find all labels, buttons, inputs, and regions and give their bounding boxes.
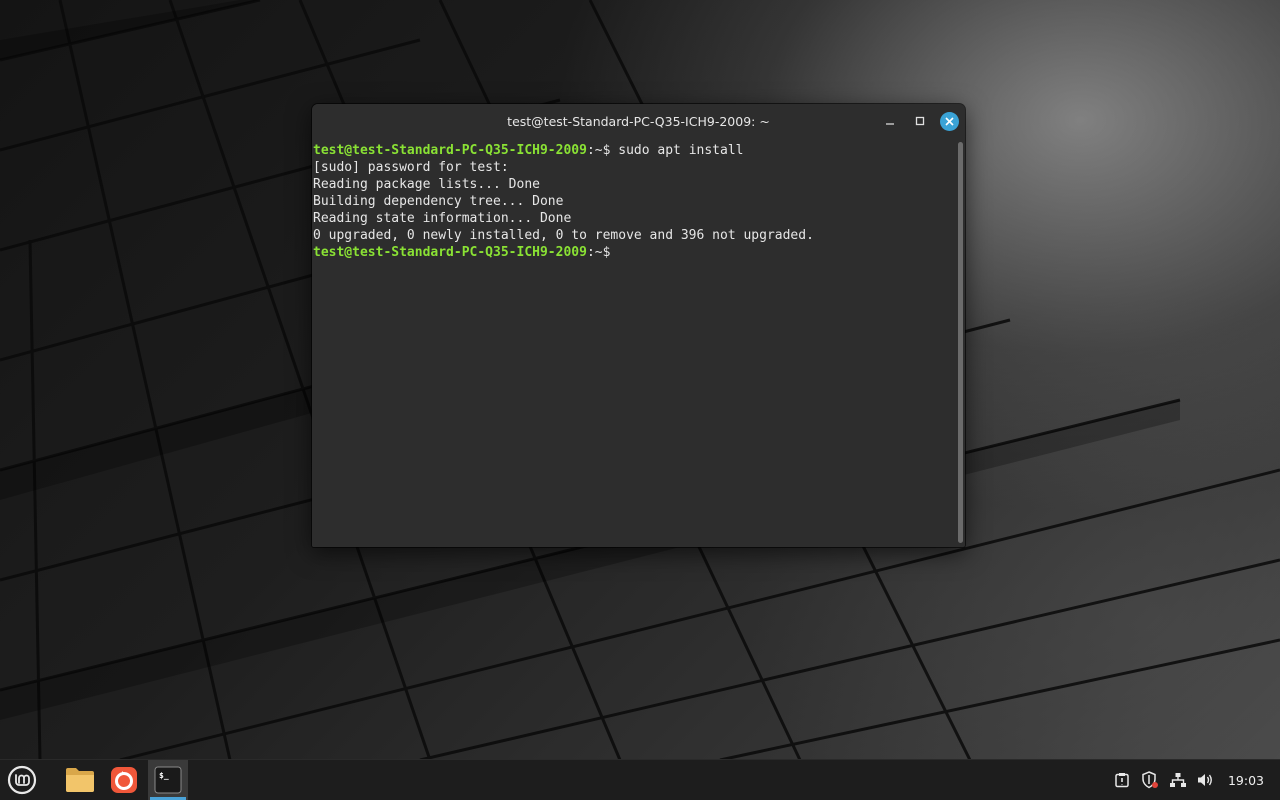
terminal-line: test@test-Standard-PC-Q35-ICH9-2009:~$ s… xyxy=(313,142,954,159)
clock[interactable]: 19:03 xyxy=(1220,773,1280,788)
svg-text:$_: $_ xyxy=(159,771,169,780)
browser-icon xyxy=(111,767,137,793)
terminal-line: Reading package lists... Done xyxy=(313,177,540,192)
maximize-icon xyxy=(915,116,925,126)
window-controls xyxy=(880,111,959,131)
files-launcher[interactable] xyxy=(60,760,100,800)
terminal-scrollbar[interactable] xyxy=(956,142,964,543)
terminal-line: [sudo] password for test: xyxy=(313,160,517,175)
terminal-line: Building dependency tree... Done xyxy=(313,194,564,209)
terminal-taskbar-button[interactable]: $_ xyxy=(148,760,188,800)
command-text: sudo apt install xyxy=(618,143,744,158)
network-tray-button[interactable] xyxy=(1164,760,1192,800)
scrollbar-thumb[interactable] xyxy=(958,142,963,543)
browser-launcher[interactable] xyxy=(104,760,144,800)
volume-tray-button[interactable] xyxy=(1192,760,1220,800)
terminal-line: Reading state information... Done xyxy=(313,211,572,226)
shield-update-icon xyxy=(1142,771,1158,789)
close-button[interactable] xyxy=(940,111,959,131)
folder-icon xyxy=(66,768,94,792)
terminal-line: test@test-Standard-PC-Q35-ICH9-2009:~$ xyxy=(313,244,954,261)
terminal-window[interactable]: test@test-Standard-PC-Q35-ICH9-2009: ~ t… xyxy=(312,104,965,547)
volume-icon xyxy=(1197,774,1212,786)
desktop[interactable]: test@test-Standard-PC-Q35-ICH9-2009: ~ t… xyxy=(0,0,1280,800)
minimize-icon xyxy=(886,123,894,125)
prompt-path: :~$ xyxy=(586,143,619,158)
terminal-output[interactable]: test@test-Standard-PC-Q35-ICH9-2009:~$ s… xyxy=(312,138,955,547)
prompt-path: :~$ xyxy=(586,245,619,260)
clipboard-tray-button[interactable] xyxy=(1108,760,1136,800)
close-icon xyxy=(945,116,954,126)
linux-mint-logo-icon xyxy=(7,765,37,795)
update-manager-tray-button[interactable] xyxy=(1136,760,1164,800)
maximize-button[interactable] xyxy=(910,111,930,131)
network-icon xyxy=(1169,773,1186,787)
window-title: test@test-Standard-PC-Q35-ICH9-2009: ~ xyxy=(507,113,770,129)
minimize-button[interactable] xyxy=(880,111,900,131)
terminal-icon: $_ xyxy=(154,766,182,794)
taskbar: $_ 19:03 xyxy=(0,759,1280,800)
prompt-user-host: test@test-Standard-PC-Q35-ICH9-2009 xyxy=(313,245,587,260)
clipboard-icon xyxy=(1115,773,1129,788)
window-titlebar[interactable]: test@test-Standard-PC-Q35-ICH9-2009: ~ xyxy=(312,104,965,138)
system-tray: 19:03 xyxy=(1108,760,1280,800)
terminal-line: 0 upgraded, 0 newly installed, 0 to remo… xyxy=(313,228,814,243)
menu-button[interactable] xyxy=(2,760,42,800)
prompt-user-host: test@test-Standard-PC-Q35-ICH9-2009 xyxy=(313,143,587,158)
